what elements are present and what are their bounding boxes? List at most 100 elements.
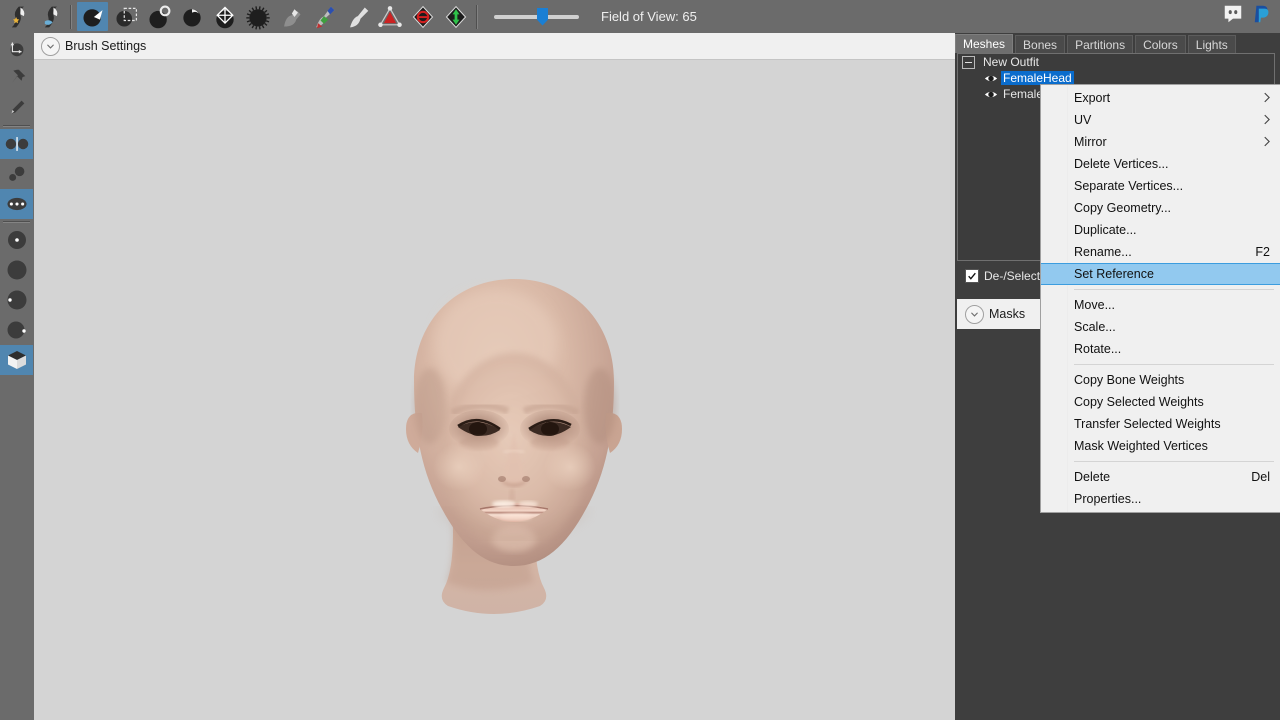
menu-item-label: UV: [1074, 113, 1092, 127]
menu-item-mirror[interactable]: Mirror: [1041, 131, 1280, 153]
chevron-right-icon: [1263, 114, 1270, 127]
brush-marquee-icon[interactable]: [110, 2, 141, 31]
menu-item-label: Mask Weighted Vertices: [1074, 439, 1208, 453]
mirror-y-icon[interactable]: [440, 2, 471, 31]
panel-tab-strip: Meshes Bones Partitions Colors Lights: [955, 33, 1280, 53]
toolbar-divider: [476, 4, 478, 29]
menu-item-export[interactable]: Export: [1041, 87, 1280, 109]
tree-root-row[interactable]: New Outfit: [958, 54, 1274, 70]
field-of-view-label: Field of View: 65: [601, 9, 697, 24]
tool-brush-offset-left-icon[interactable]: [0, 285, 33, 315]
brush-settings-label: Brush Settings: [65, 39, 147, 53]
menu-item-shortcut: F2: [1255, 245, 1270, 259]
top-toolbar: Field of View: 65: [0, 0, 1280, 33]
female-head-render: [406, 279, 622, 614]
brush-color-paint-icon[interactable]: [341, 2, 372, 31]
tab-meshes[interactable]: Meshes: [955, 34, 1014, 53]
tool-brush-offset-right-icon[interactable]: [0, 315, 33, 345]
3d-model-canvas[interactable]: [34, 61, 955, 720]
left-tool-divider-2: [3, 221, 30, 223]
tab-partitions[interactable]: Partitions: [1067, 35, 1134, 53]
deselect-checkbox[interactable]: [965, 269, 979, 283]
brush-crease-icon[interactable]: [176, 2, 207, 31]
mesh-water-icon[interactable]: [34, 2, 65, 31]
menu-item-shortcut: Del: [1251, 470, 1270, 484]
tool-connected-only-icon[interactable]: [0, 159, 33, 189]
toolbar-tool-group: [0, 2, 472, 31]
menu-item-uv[interactable]: UV: [1041, 109, 1280, 131]
tab-colors[interactable]: Colors: [1135, 35, 1186, 53]
menu-item-label: Delete Vertices...: [1074, 157, 1169, 171]
slider-handle[interactable]: [537, 7, 548, 26]
mesh-star-icon[interactable]: [1, 2, 32, 31]
chevron-down-icon[interactable]: [41, 36, 60, 56]
tool-x-mirror-icon[interactable]: [0, 189, 33, 219]
mesh-context-menu: Export UV Mirror Delete Vertices... Separate…: [1040, 84, 1280, 513]
menu-item-label: Duplicate...: [1074, 223, 1137, 237]
tool-cube-view-icon[interactable]: [0, 345, 33, 375]
brush-mask-icon[interactable]: [275, 2, 306, 31]
brush-inflate-icon[interactable]: [77, 2, 108, 31]
menu-item-label: Export: [1074, 91, 1111, 105]
brush-weight-paint-icon[interactable]: [308, 2, 339, 31]
menu-item-move[interactable]: Move...: [1041, 294, 1280, 316]
mirror-x-icon[interactable]: [407, 2, 438, 31]
menu-item-label: Copy Selected Weights: [1074, 395, 1204, 409]
menu-item-copy-geometry[interactable]: Copy Geometry...: [1041, 197, 1280, 219]
brush-smooth-icon[interactable]: [242, 2, 273, 31]
menu-item-label: Separate Vertices...: [1074, 179, 1184, 193]
menu-separator: [1074, 289, 1274, 290]
menu-item-duplicate[interactable]: Duplicate...: [1041, 219, 1280, 241]
discord-icon[interactable]: [1222, 3, 1244, 30]
menu-separator: [1074, 461, 1274, 462]
menu-item-label: Properties...: [1074, 492, 1142, 506]
tool-symmetry-icon[interactable]: [0, 129, 33, 159]
brush-deflate-icon[interactable]: [143, 2, 174, 31]
tree-root-label: New Outfit: [983, 55, 1040, 69]
menu-item-label: Rename...: [1074, 245, 1132, 259]
tool-transform-pivot-icon[interactable]: [0, 33, 33, 63]
chevron-right-icon: [1263, 92, 1270, 105]
tab-lights[interactable]: Lights: [1187, 35, 1236, 53]
menu-item-label: Delete: [1074, 470, 1111, 484]
expander-collapse-icon[interactable]: [962, 55, 975, 69]
menu-item-delete-vertices[interactable]: Delete Vertices...: [1041, 153, 1280, 175]
brush-settings-header[interactable]: Brush Settings: [34, 33, 955, 60]
eye-icon[interactable]: [984, 89, 998, 100]
field-of-view-slider[interactable]: [494, 7, 579, 26]
tool-pin-icon[interactable]: [0, 63, 33, 93]
menu-item-label: Copy Bone Weights: [1074, 373, 1185, 387]
menu-item-scale[interactable]: Scale...: [1041, 316, 1280, 338]
menu-item-label: Set Reference: [1074, 267, 1154, 281]
menu-item-transfer-selected-weights[interactable]: Transfer Selected Weights: [1041, 413, 1280, 435]
slider-track[interactable]: [494, 7, 579, 26]
left-tool-divider: [3, 125, 30, 127]
menu-item-copy-bone-weights[interactable]: Copy Bone Weights: [1041, 369, 1280, 391]
menu-item-label: Mirror: [1074, 135, 1107, 149]
menu-item-delete[interactable]: Delete Del: [1041, 466, 1280, 488]
chevron-down-icon[interactable]: [965, 304, 984, 324]
menu-item-mask-weighted-vertices[interactable]: Mask Weighted Vertices: [1041, 435, 1280, 457]
vertex-edit-icon[interactable]: [374, 2, 405, 31]
brush-move-icon[interactable]: [209, 2, 240, 31]
menu-item-label: Rotate...: [1074, 342, 1122, 356]
menu-item-label: Move...: [1074, 298, 1115, 312]
menu-item-copy-selected-weights[interactable]: Copy Selected Weights: [1041, 391, 1280, 413]
masks-label: Masks: [989, 307, 1026, 321]
menu-item-properties[interactable]: Properties...: [1041, 488, 1280, 510]
left-tool-strip: [0, 33, 33, 720]
tree-item-label: FemaleHead: [1001, 71, 1074, 85]
menu-separator: [1074, 364, 1274, 365]
tool-pencil-icon[interactable]: [0, 93, 33, 123]
tool-brush-solid-icon[interactable]: [0, 255, 33, 285]
menu-item-separate-vertices[interactable]: Separate Vertices...: [1041, 175, 1280, 197]
menu-item-rotate[interactable]: Rotate...: [1041, 338, 1280, 360]
tool-brush-center-icon[interactable]: [0, 225, 33, 255]
toolbar-divider-a: [70, 4, 72, 29]
paypal-icon[interactable]: [1250, 3, 1272, 30]
tab-bones[interactable]: Bones: [1015, 35, 1066, 53]
eye-icon[interactable]: [984, 73, 998, 84]
application-window: Field of View: 65 Brush Settings Meshes …: [0, 0, 1280, 720]
menu-item-set-reference[interactable]: Set Reference: [1041, 263, 1280, 285]
menu-item-rename[interactable]: Rename... F2: [1041, 241, 1280, 263]
